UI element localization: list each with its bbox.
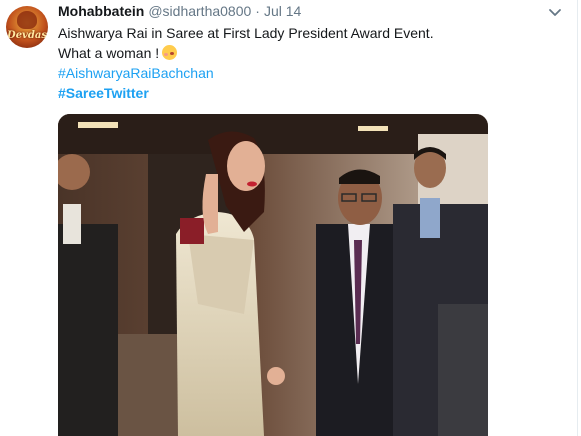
avatar-figure-icon [17, 11, 37, 29]
tweet-line: Aishwarya Rai in Saree at First Lady Pre… [58, 23, 558, 43]
tweet-photo[interactable] [58, 114, 488, 436]
avatar[interactable]: Devdas [6, 6, 48, 48]
tweet-line: What a woman ! [58, 43, 558, 63]
event-photo-illustration [58, 114, 488, 436]
tweet-line-text: Aishwarya Rai in Saree at First Lady Pre… [58, 25, 434, 41]
hashtag-link[interactable]: #AishwaryaRaiBachchan [58, 63, 558, 83]
tweet-header: Mohabbatein @sidhartha0800 · Jul 14 [58, 3, 301, 21]
avatar-logo-text: Devdas [7, 30, 47, 41]
separator-dot: · [255, 3, 260, 19]
tweet-line-text: What a woman ! [58, 45, 160, 61]
tweet-text: Aishwarya Rai in Saree at First Lady Pre… [58, 23, 558, 103]
timeline-border [577, 0, 578, 436]
chevron-down-icon[interactable] [547, 6, 563, 20]
user-handle[interactable]: @sidhartha0800 [148, 3, 251, 19]
tweet-date[interactable]: Jul 14 [264, 3, 301, 19]
hashtag-link[interactable]: #SareeTwitter [58, 83, 558, 103]
kissing-face-emoji [162, 45, 178, 60]
display-name[interactable]: Mohabbatein [58, 3, 144, 19]
